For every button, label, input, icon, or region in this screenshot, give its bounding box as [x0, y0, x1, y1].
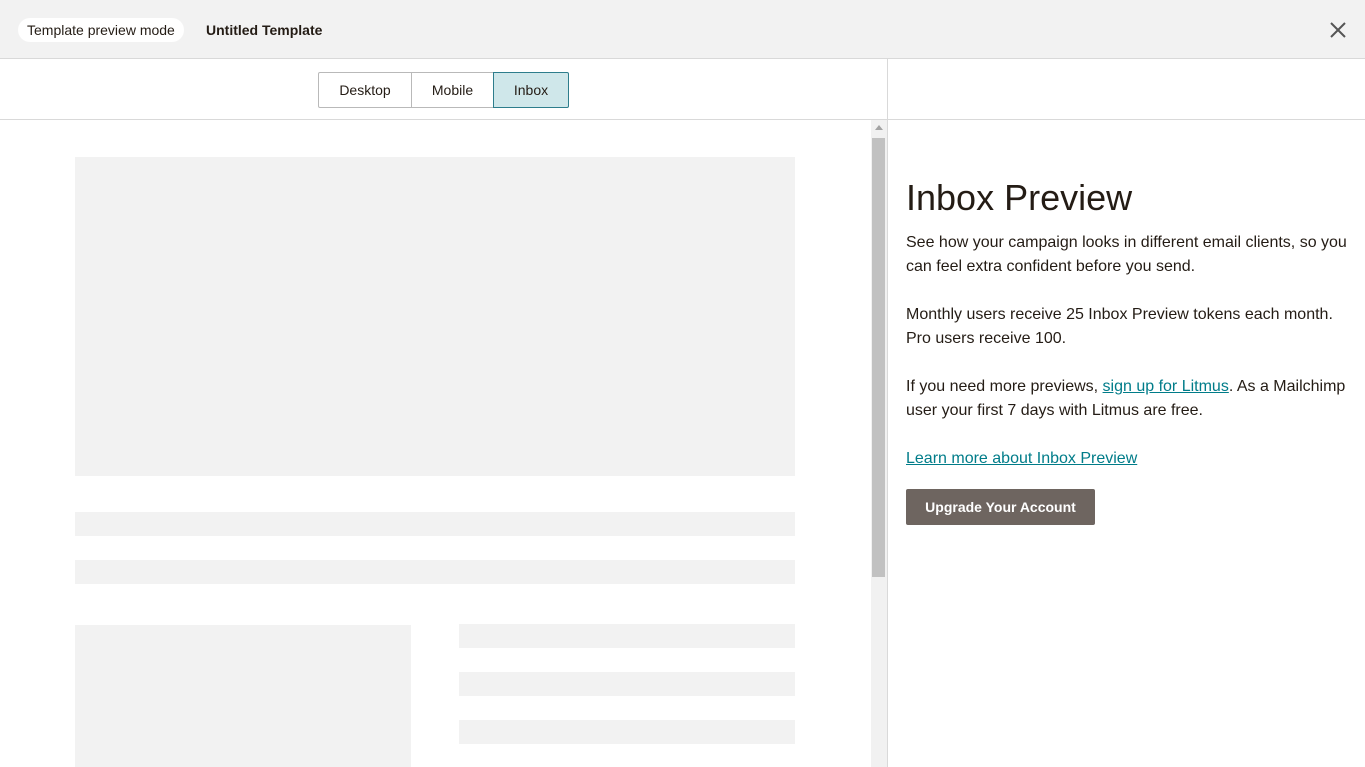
email-preview-canvas: [0, 120, 871, 767]
learn-more-paragraph: Learn more about Inbox Preview: [906, 447, 1351, 471]
tab-mobile[interactable]: Mobile: [411, 72, 494, 108]
litmus-info: If you need more previews, sign up for L…: [906, 375, 1351, 423]
upgrade-account-button[interactable]: Upgrade Your Account: [906, 489, 1095, 525]
preview-mode-badge: Template preview mode: [18, 18, 184, 42]
placeholder-image: [75, 625, 411, 767]
tab-inbox[interactable]: Inbox: [493, 72, 569, 108]
scroll-up-arrow-icon[interactable]: [875, 125, 883, 130]
litmus-info-text: If you need more previews,: [906, 378, 1103, 395]
sidebar-title: Inbox Preview: [906, 177, 1133, 218]
sign-up-litmus-link[interactable]: sign up for Litmus: [1103, 378, 1229, 395]
placeholder-hero-image: [75, 157, 795, 476]
placeholder-text-line: [75, 560, 795, 584]
close-icon[interactable]: [1326, 18, 1350, 42]
placeholder-text-line: [459, 720, 795, 744]
learn-more-link[interactable]: Learn more about Inbox Preview: [906, 450, 1137, 467]
template-title: Untitled Template: [206, 22, 323, 38]
view-switcher: Desktop Mobile Inbox: [318, 72, 569, 108]
sidebar-top-rule: [888, 119, 1365, 120]
preview-scrollbar[interactable]: [871, 120, 887, 767]
placeholder-text-line: [459, 624, 795, 648]
placeholder-text-line: [75, 512, 795, 536]
tab-desktop[interactable]: Desktop: [318, 72, 412, 108]
placeholder-text-line: [459, 672, 795, 696]
top-bar: Template preview mode Untitled Template: [0, 0, 1365, 59]
sidebar-description: See how your campaign looks in different…: [906, 234, 1347, 275]
preview-toolbar: Desktop Mobile Inbox: [0, 59, 887, 120]
panel-divider: [887, 59, 888, 767]
token-info: Monthly users receive 25 Inbox Preview t…: [906, 306, 1333, 347]
scroll-thumb[interactable]: [872, 138, 885, 577]
